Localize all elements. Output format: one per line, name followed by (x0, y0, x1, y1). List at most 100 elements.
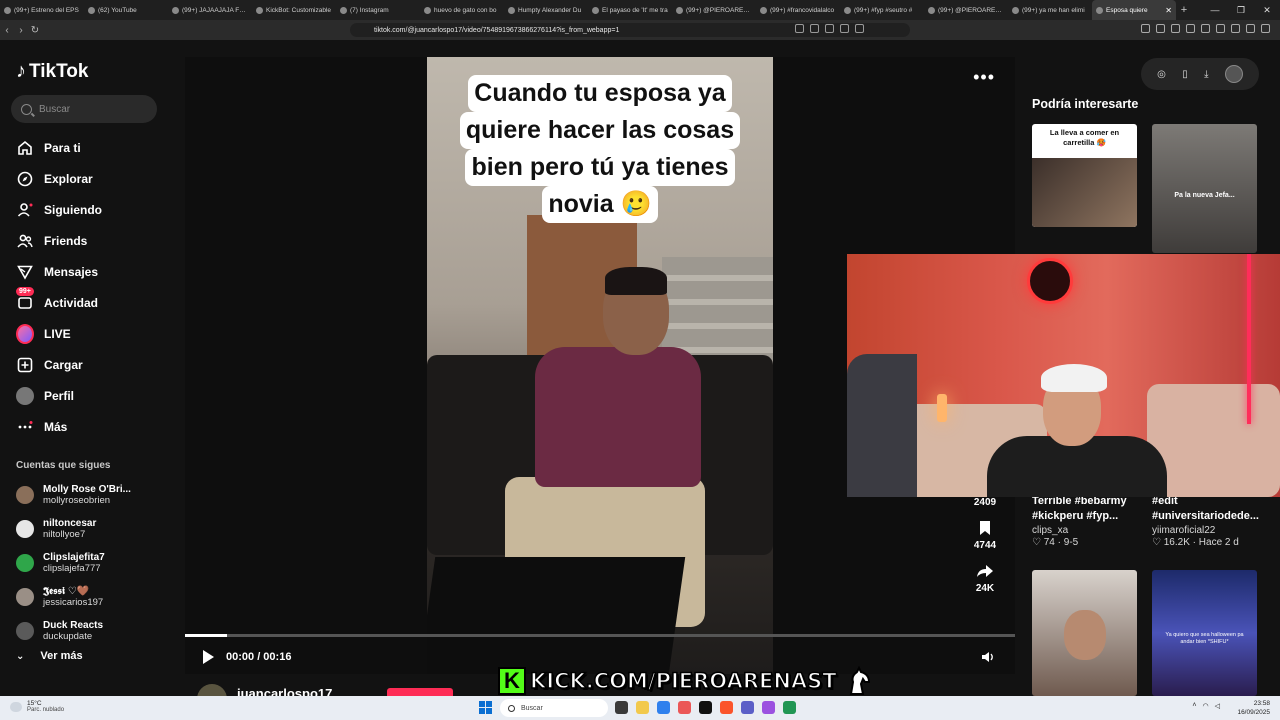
ver-mas-button[interactable]: ⌄ Ver más (16, 650, 83, 662)
browser-tab[interactable]: (99+) #fyp #seutro # (840, 0, 924, 20)
following-account[interactable]: Duck Reacts duckupdate (16, 614, 181, 648)
video-progress-bar[interactable] (185, 634, 1015, 637)
wifi-icon[interactable]: ◠ (1203, 702, 1209, 710)
following-account[interactable]: Molly Rose O'Bri... mollyroseobrien (16, 478, 181, 512)
user-avatar[interactable] (1224, 65, 1243, 83)
file-explorer-icon[interactable] (636, 701, 649, 714)
browser-tab[interactable]: (99+) ya me han elimi (1008, 0, 1092, 20)
menu-icon[interactable] (1261, 24, 1270, 33)
extension-icon[interactable] (1171, 24, 1180, 33)
sidebar-item-label: Friends (44, 233, 88, 248)
browser-tab[interactable]: El payaso de 'It' me tra (588, 0, 672, 20)
speaker-icon[interactable]: ◁ (1215, 702, 1220, 710)
reco-info[interactable]: Terrible #bebarmy #kickperu #fyp... clip… (1032, 494, 1142, 548)
browser-tab[interactable]: (62) YouTube (84, 0, 168, 20)
play-icon[interactable] (203, 650, 214, 664)
video-frame[interactable]: Cuando tu esposa ya quiere hacer las cosa… (427, 57, 773, 674)
minimize-button[interactable]: — (1202, 5, 1228, 15)
bookmark-star-icon[interactable] (855, 24, 864, 33)
browser-tab[interactable]: huevo de gato con bo (420, 0, 504, 20)
account-name: Molly Rose O'Bri... (43, 484, 131, 495)
back-button[interactable]: ‹ (0, 25, 14, 36)
edge-icon[interactable] (657, 701, 670, 714)
sidebar-item-cargar[interactable]: Cargar (0, 349, 185, 380)
taskbar-search[interactable]: Buscar (500, 699, 608, 717)
coin-icon[interactable]: ◎ (1157, 69, 1166, 80)
tab-title: Esposa quiere (1106, 6, 1148, 14)
reco-info[interactable]: #edit #universitariodede... yiimaroficia… (1152, 494, 1262, 548)
forward-button[interactable]: 24K (955, 563, 1015, 594)
activity-icon (16, 294, 34, 312)
sidebar-item-explorar[interactable]: Explorar (0, 163, 185, 194)
clock[interactable]: 23:58 16/09/2025 (1237, 699, 1270, 717)
reco-thumb[interactable]: Pa la nueva Jefa... (1152, 124, 1257, 253)
volume-icon[interactable] (981, 650, 995, 664)
following-account[interactable]: Clipslajefita7 clipslajefa777 (16, 546, 181, 580)
browser-tab[interactable]: (99+) @PIEROARENA (672, 0, 756, 20)
extension-icon[interactable] (1216, 24, 1225, 33)
sidebar-item-actividad[interactable]: Actividad 99+ (0, 287, 185, 318)
extension-icon[interactable] (1186, 24, 1195, 33)
extension-icon[interactable] (1246, 24, 1255, 33)
following-account[interactable]: 𝕵𝖊𝖘𝖘𝖎 ♡🤎 jessicarios197 (16, 580, 181, 614)
teams-icon[interactable] (741, 701, 754, 714)
app-icon[interactable] (699, 701, 712, 714)
browser-tab[interactable]: Humpty Alexander Du (504, 0, 588, 20)
browser-tab[interactable]: (99+) Estreno del EPS (0, 0, 84, 20)
account-name: niltoncesar (43, 518, 97, 529)
recommend-title: Podría interesarte (1032, 97, 1139, 111)
bookmark-button[interactable]: 4744 (955, 520, 1015, 551)
tab-close-icon[interactable]: ✕ (1165, 6, 1172, 15)
close-window-button[interactable]: ✕ (1254, 5, 1280, 16)
sidebar-item-live[interactable]: LIVE (0, 318, 185, 349)
browser-tab[interactable]: (7) Instagram (336, 0, 420, 20)
sidebar-item-label: Más (44, 419, 68, 434)
browser-tab[interactable]: KickBot: Customizable (252, 0, 336, 20)
browser-tab[interactable]: (99+) @PIEROARENA (924, 0, 1008, 20)
browser-tab-active[interactable]: Esposa quiere ✕ (1092, 0, 1176, 20)
account-username: clipslajefa777 (43, 563, 101, 574)
reload-button[interactable]: ↻ (28, 25, 42, 36)
more-options-icon[interactable]: ••• (973, 67, 995, 88)
tab-favicon-icon (256, 6, 263, 14)
search-input[interactable] (39, 103, 149, 115)
sidebar-item-siguiendo[interactable]: Siguiendo (0, 194, 185, 225)
reco-thumb[interactable]: La lleva a comer en carretilla 🥵 (1032, 124, 1137, 227)
windows-start-icon[interactable] (479, 701, 492, 714)
share-page-icon[interactable] (840, 24, 849, 33)
cloud-icon (10, 702, 22, 712)
browser-tab[interactable]: (99+) #francovidalalco (756, 0, 840, 20)
chevron-up-icon[interactable]: ˄ (1192, 702, 1196, 710)
reco-thumb[interactable] (1032, 570, 1137, 696)
following-account[interactable]: niltoncesar niltollyoe7 (16, 512, 181, 546)
sidebar-item-friends[interactable]: Friends (0, 225, 185, 256)
sidebar-item-mensajes[interactable]: Mensajes (0, 256, 185, 287)
kick-banner: K KICK.COM/PIEROARENAST (498, 664, 873, 698)
search-box[interactable] (11, 95, 157, 123)
tiktok-logo[interactable]: ♪ TikTok (16, 60, 88, 83)
sidebar-item-perfil[interactable]: Perfil (0, 380, 185, 411)
phone-icon[interactable]: ▯ (1182, 69, 1188, 80)
zoom-icon[interactable] (825, 24, 834, 33)
reco-thumb[interactable]: Ya quiero que sea halloween pa andar bie… (1152, 570, 1257, 696)
sidebar-item-m-s[interactable]: Más (0, 411, 185, 442)
forward-button[interactable]: › (14, 25, 28, 36)
sidebar-item-para-ti[interactable]: Para ti (0, 132, 185, 163)
maximize-button[interactable]: ❐ (1228, 5, 1254, 16)
app-icon[interactable] (762, 701, 775, 714)
excel-icon[interactable] (783, 701, 796, 714)
translate-icon[interactable] (795, 24, 804, 33)
browser-tab[interactable]: (99+) JAJAAJAJA FRIA (168, 0, 252, 20)
new-tab-button[interactable]: + (1176, 4, 1192, 16)
extension-icon[interactable] (1231, 24, 1240, 33)
weather-widget[interactable]: 15°C Parc. nublado (10, 700, 64, 714)
extension-icon[interactable] (1141, 24, 1150, 33)
extension-icon[interactable] (1156, 24, 1165, 33)
brave-icon[interactable] (720, 701, 733, 714)
download-icon[interactable]: ⤓ (1204, 69, 1208, 80)
webcam-streamer-cap (1041, 364, 1107, 392)
task-view-icon[interactable] (615, 701, 628, 714)
app-icon[interactable] (678, 701, 691, 714)
extension-icon[interactable] (1201, 24, 1210, 33)
cast-icon[interactable] (810, 24, 819, 33)
